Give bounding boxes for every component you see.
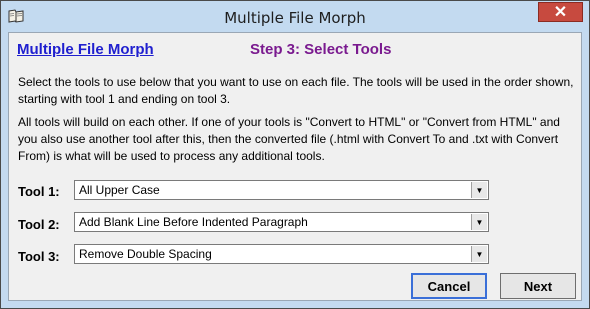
instructions-paragraph-2: All tools will build on each other. If o… bbox=[18, 115, 560, 163]
window-title: Multiple File Morph bbox=[224, 9, 366, 27]
cancel-button[interactable]: Cancel bbox=[411, 273, 487, 299]
chevron-down-icon[interactable]: ▼ bbox=[471, 246, 487, 262]
chevron-down-icon[interactable]: ▼ bbox=[471, 182, 487, 198]
title-bar[interactable]: Multiple File Morph ✕ bbox=[1, 1, 589, 32]
dialog-window: Multiple File Morph ✕ Multiple File Morp… bbox=[0, 0, 590, 309]
step-title: Step 3: Select Tools bbox=[250, 41, 392, 58]
next-button[interactable]: Next bbox=[500, 273, 576, 299]
tool-1-select[interactable]: All Upper Case ▼ bbox=[74, 180, 489, 200]
close-button[interactable]: ✕ bbox=[538, 2, 583, 22]
instructions-paragraph-1: Select the tools to use below that you w… bbox=[18, 75, 574, 106]
chevron-down-icon[interactable]: ▼ bbox=[471, 214, 487, 230]
tool-3-value: Remove Double Spacing bbox=[79, 247, 212, 261]
tool-2-label: Tool 2: bbox=[18, 217, 60, 232]
tool-2-select[interactable]: Add Blank Line Before Indented Paragraph… bbox=[74, 212, 489, 232]
tool-3-select[interactable]: Remove Double Spacing ▼ bbox=[74, 244, 489, 264]
app-title-link[interactable]: Multiple File Morph bbox=[17, 41, 154, 58]
dialog-body: Multiple File Morph Step 3: Select Tools… bbox=[8, 32, 582, 301]
close-icon: ✕ bbox=[553, 4, 568, 21]
tool-1-value: All Upper Case bbox=[79, 183, 160, 197]
tool-2-value: Add Blank Line Before Indented Paragraph bbox=[79, 215, 308, 229]
tool-1-label: Tool 1: bbox=[18, 184, 60, 199]
tool-3-label: Tool 3: bbox=[18, 249, 60, 264]
